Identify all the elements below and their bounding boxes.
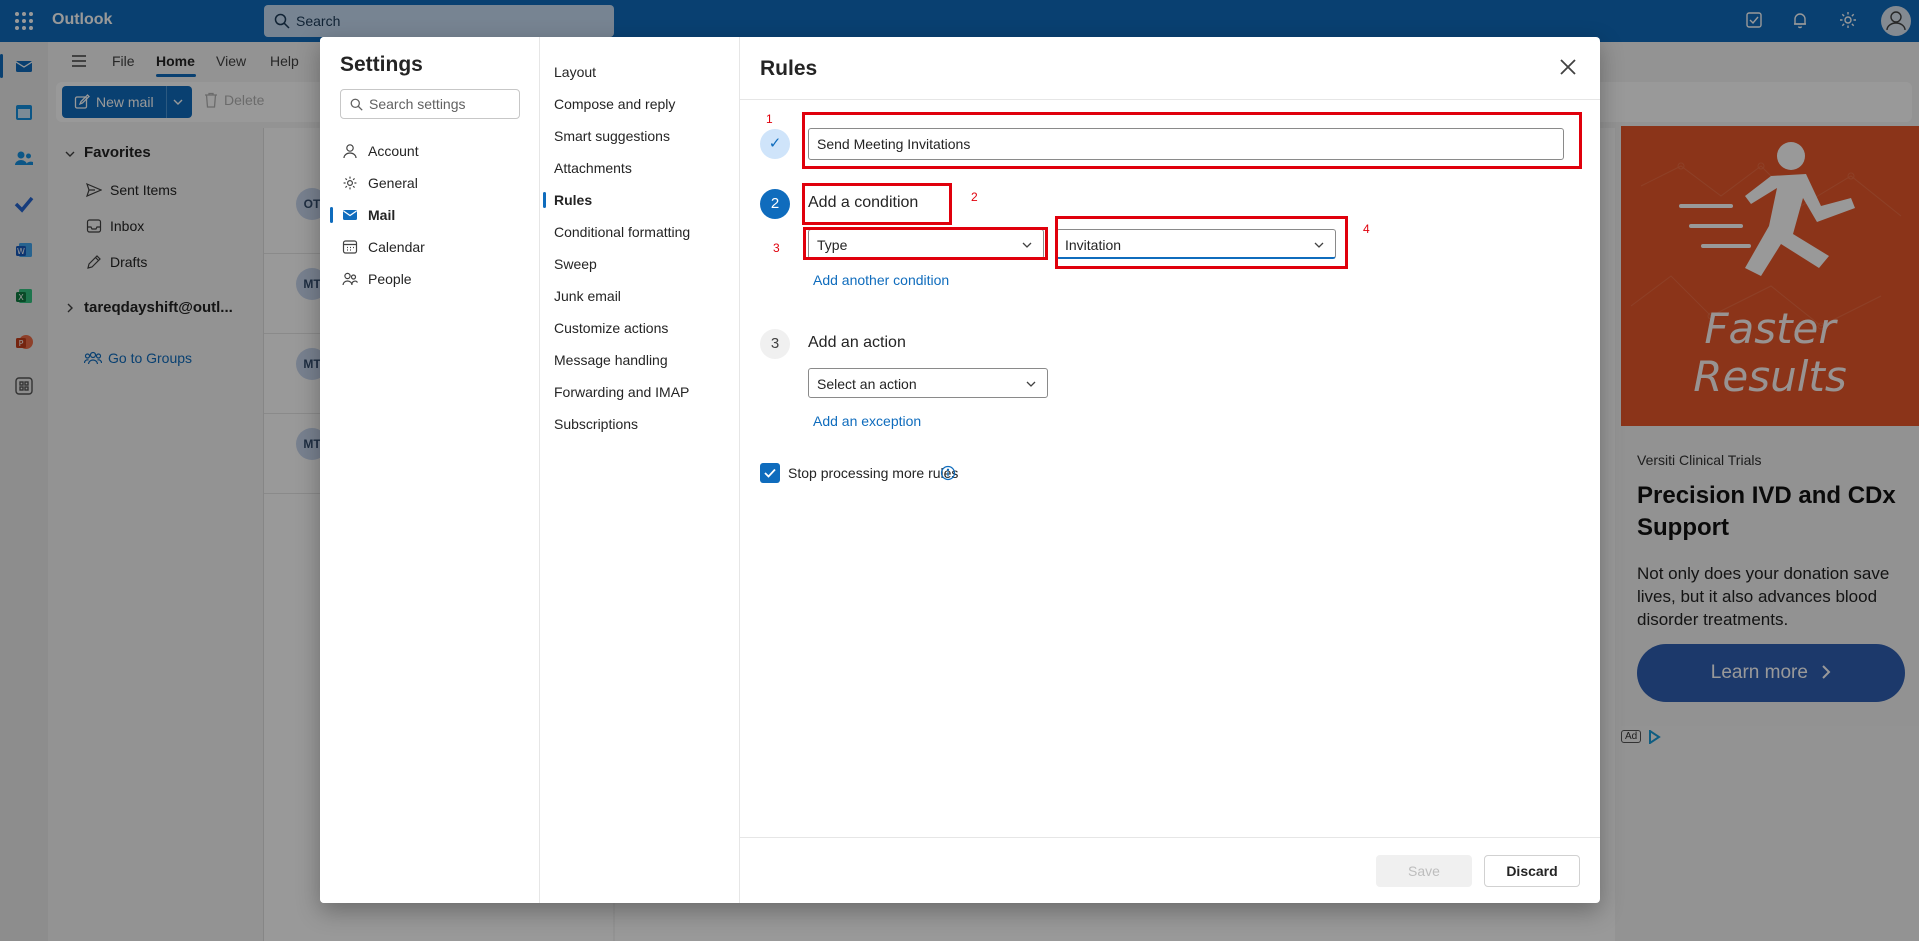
info-icon[interactable] [940, 465, 956, 481]
annotation-label-4: 4 [1363, 222, 1370, 236]
annotation-box-3 [803, 227, 1048, 260]
mail-nav-junk-email[interactable]: Junk email [554, 288, 621, 304]
annotation-label-1: 1 [766, 112, 773, 126]
settings-title: Settings [340, 53, 423, 76]
person-icon [342, 143, 358, 159]
settings-nav-account[interactable]: Account [330, 136, 530, 166]
settings-search-input[interactable] [369, 95, 514, 113]
people-icon [342, 271, 358, 287]
step-1-indicator: ✓ [760, 129, 790, 159]
mail-nav-forwarding-imap[interactable]: Forwarding and IMAP [554, 384, 689, 400]
discard-button[interactable]: Discard [1484, 855, 1580, 887]
settings-nav-label: Account [368, 143, 419, 159]
save-button[interactable]: Save [1376, 855, 1472, 887]
annotation-box-1 [802, 112, 1582, 169]
check-icon [764, 468, 776, 478]
mail-icon [342, 207, 358, 223]
calendar-icon [342, 239, 358, 255]
add-another-condition-link[interactable]: Add another condition [813, 272, 949, 288]
mail-nav-layout[interactable]: Layout [554, 64, 596, 80]
gear-icon [342, 175, 358, 191]
settings-nav: Settings Account General Mail [320, 37, 540, 903]
settings-nav-calendar[interactable]: Calendar [330, 232, 530, 262]
footer-divider [740, 837, 1600, 838]
action-dropdown[interactable]: Select an action [808, 368, 1048, 398]
mail-nav-attachments[interactable]: Attachments [554, 160, 632, 176]
active-indicator [543, 192, 546, 208]
settings-nav-people[interactable]: People [330, 264, 530, 294]
close-icon[interactable] [1554, 53, 1582, 81]
settings-nav-label: People [368, 271, 412, 287]
mail-nav-subscriptions[interactable]: Subscriptions [554, 416, 638, 432]
active-indicator [330, 207, 333, 223]
mail-nav-sweep[interactable]: Sweep [554, 256, 597, 272]
annotation-box-2 [802, 183, 952, 225]
settings-nav-mail[interactable]: Mail [330, 200, 530, 230]
step-3-indicator: 3 [760, 329, 790, 359]
mail-nav-message-handling[interactable]: Message handling [554, 352, 668, 368]
stop-processing-label[interactable]: Stop processing more rules [788, 465, 958, 481]
settings-nav-general[interactable]: General [330, 168, 530, 198]
rules-title: Rules [760, 57, 818, 80]
search-icon [350, 98, 363, 111]
add-exception-link[interactable]: Add an exception [813, 413, 921, 429]
annotation-label-2: 2 [971, 190, 978, 204]
check-icon: ✓ [768, 135, 782, 152]
action-dropdown-placeholder: Select an action [817, 376, 917, 392]
settings-search[interactable] [340, 89, 520, 119]
step-2-indicator: 2 [760, 189, 790, 219]
header-divider [740, 99, 1600, 100]
settings-nav-label: General [368, 175, 418, 191]
mail-nav-customize-actions[interactable]: Customize actions [554, 320, 668, 336]
mail-nav-smart-suggestions[interactable]: Smart suggestions [554, 128, 670, 144]
settings-nav-label: Calendar [368, 239, 425, 255]
mail-nav-compose-reply[interactable]: Compose and reply [554, 96, 675, 112]
mail-settings-nav: Layout Compose and reply Smart suggestio… [540, 37, 740, 903]
annotation-label-3: 3 [773, 241, 780, 255]
stop-processing-checkbox[interactable] [760, 463, 780, 483]
chevron-down-icon [1025, 378, 1037, 390]
add-action-heading: Add an action [808, 334, 906, 351]
annotation-box-4 [1055, 216, 1348, 269]
settings-nav-label: Mail [368, 207, 396, 223]
mail-nav-conditional-formatting[interactable]: Conditional formatting [554, 224, 690, 240]
mail-nav-rules[interactable]: Rules [554, 192, 592, 208]
